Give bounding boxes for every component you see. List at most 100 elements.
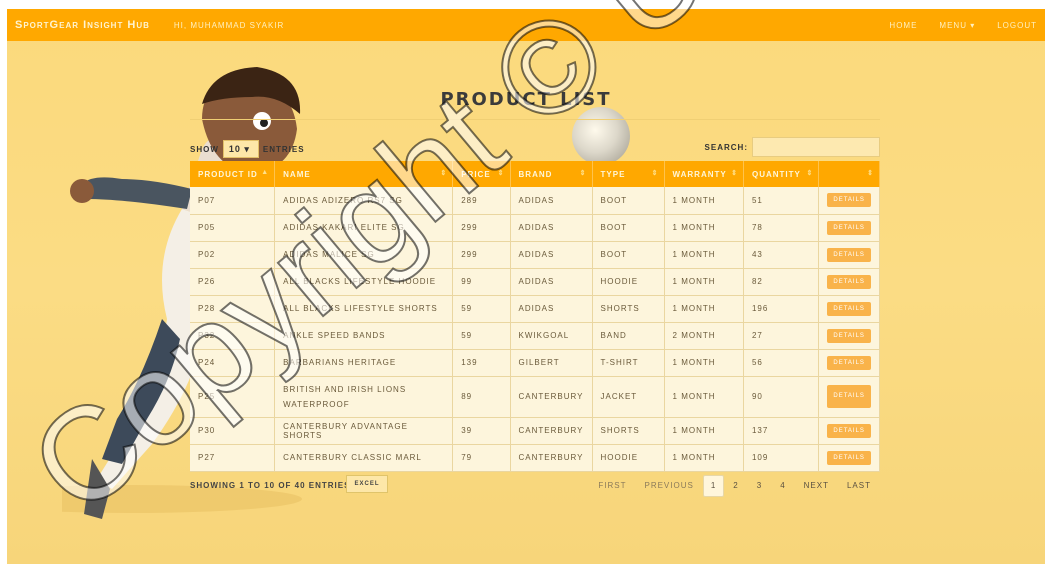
sort-icon: ⇕ <box>806 170 814 177</box>
pagination: First Previous 1 2 3 4 Next Last <box>589 475 880 497</box>
cell-type: Boot <box>592 214 665 242</box>
details-button[interactable]: Details <box>827 355 871 370</box>
cell-product-id: P30 <box>190 417 276 445</box>
cell-actions: Details <box>818 241 880 269</box>
cell-quantity: 56 <box>743 349 820 377</box>
product-table: Product ID ▲ Name ⇕ Price ⇕ Brand ⇕ Type ⇕ Wa… <box>190 161 880 472</box>
search-control: Search: <box>705 137 880 157</box>
cell-warranty: 1 month <box>664 444 744 472</box>
nav-home[interactable]: Home <box>889 21 917 30</box>
entries-select-value: 10 <box>228 144 241 154</box>
column-header-label: Product ID <box>198 169 258 179</box>
table-row: P30 Canterbury Advantage Shorts 39 Cante… <box>190 417 880 445</box>
cell-actions: Details <box>818 187 880 215</box>
details-button[interactable]: Details <box>827 247 871 262</box>
cell-price: 39 <box>452 417 511 445</box>
column-header-brand[interactable]: Brand ⇕ <box>510 161 593 187</box>
details-button[interactable]: Details <box>827 385 871 408</box>
cell-product-id: P07 <box>190 187 276 215</box>
pager-previous[interactable]: Previous <box>635 476 702 496</box>
nav-logout[interactable]: Logout <box>997 21 1037 30</box>
brand-name[interactable]: SportGear Insight Hub <box>15 19 150 31</box>
title-divider <box>190 119 880 120</box>
entries-select[interactable]: 10 ▾ <box>222 140 259 158</box>
details-button[interactable]: Details <box>827 274 871 289</box>
cell-price: 89 <box>452 376 511 418</box>
cell-warranty: 1 month <box>664 349 744 377</box>
column-header-label: Price <box>461 169 491 179</box>
cell-name: Ankle Speed Bands <box>274 322 454 350</box>
table-row: P27 Canterbury Classic Marl 79 Canterbur… <box>190 444 880 472</box>
pager-next[interactable]: Next <box>795 476 838 496</box>
table-row: P32 Ankle Speed Bands 59 KwikGoal Band 2… <box>190 322 880 350</box>
cell-brand: Adidas <box>510 241 593 269</box>
cell-type: Boot <box>592 187 665 215</box>
show-label: Show <box>190 144 219 154</box>
details-button[interactable]: Details <box>827 193 871 208</box>
pager-last[interactable]: Last <box>838 476 880 496</box>
column-header-product-id[interactable]: Product ID ▲ <box>190 161 276 187</box>
app-frame: SportGear Insight Hub Hi, Muhammad Syaki… <box>7 9 1045 564</box>
cell-quantity: 78 <box>743 214 820 242</box>
cell-product-id: P02 <box>190 241 276 269</box>
column-header-quantity[interactable]: Quantity ⇕ <box>743 161 820 187</box>
cell-price: 299 <box>452 241 511 269</box>
excel-export-button[interactable]: Excel <box>346 475 388 493</box>
details-button[interactable]: Details <box>827 423 871 438</box>
table-row: P07 Adidas Adizero RS7 SG 289 Adidas Boo… <box>190 187 880 215</box>
column-header-name[interactable]: Name ⇕ <box>274 161 454 187</box>
column-header-label: Quantity <box>751 169 801 179</box>
column-header-label: Type <box>600 169 626 179</box>
sort-icon: ⇕ <box>867 170 874 177</box>
cell-name: Adidas Malice SG <box>274 241 454 269</box>
details-button[interactable]: Details <box>827 220 871 235</box>
cell-price: 299 <box>452 214 511 242</box>
cell-name: Barbarians Heritage <box>274 349 454 377</box>
cell-type: Hoodie <box>592 444 665 472</box>
column-header-actions[interactable]: ⇕ <box>818 161 880 187</box>
cell-brand: Adidas <box>510 214 593 242</box>
pager-page-1[interactable]: 1 <box>702 475 725 497</box>
cell-type: Boot <box>592 241 665 269</box>
pager-first[interactable]: First <box>589 476 635 496</box>
cell-quantity: 27 <box>743 322 820 350</box>
cell-product-id: P26 <box>190 268 276 296</box>
cell-actions: Details <box>818 376 880 418</box>
cell-name: Adidas Adizero RS7 SG <box>274 187 454 215</box>
cell-type: Shorts <box>592 417 665 445</box>
column-header-label: Brand <box>518 169 553 179</box>
cell-actions: Details <box>818 349 880 377</box>
column-header-type[interactable]: Type ⇕ <box>592 161 665 187</box>
table-controls: Show 10 ▾ entries Search: <box>190 137 880 158</box>
column-header-label: Warranty <box>672 169 727 179</box>
details-button[interactable]: Details <box>827 328 871 343</box>
search-input[interactable] <box>752 137 880 157</box>
cell-name: All Blacks Lifestyle Shorts <box>274 295 454 323</box>
pager-page-3[interactable]: 3 <box>748 476 771 496</box>
details-button[interactable]: Details <box>827 450 871 465</box>
column-header-warranty[interactable]: Warranty ⇕ <box>664 161 744 187</box>
sort-icon: ⇕ <box>497 170 505 177</box>
details-button[interactable]: Details <box>827 301 871 316</box>
cell-warranty: 1 month <box>664 295 744 323</box>
cell-warranty: 1 month <box>664 214 744 242</box>
cell-brand: Adidas <box>510 187 593 215</box>
pager-page-2[interactable]: 2 <box>724 476 747 496</box>
search-label: Search: <box>704 142 748 152</box>
cell-price: 59 <box>452 295 511 323</box>
cell-type: Hoodie <box>592 268 665 296</box>
nav-menu-dropdown[interactable]: Menu ▾ <box>939 21 975 30</box>
entries-label: entries <box>262 144 305 154</box>
cell-product-id: P28 <box>190 295 276 323</box>
pager-page-4[interactable]: 4 <box>771 476 794 496</box>
cell-quantity: 51 <box>743 187 820 215</box>
cell-product-id: P27 <box>190 444 276 472</box>
cell-product-id: P24 <box>190 349 276 377</box>
cell-product-id: P25 <box>190 376 276 418</box>
column-header-price[interactable]: Price ⇕ <box>452 161 511 187</box>
cell-warranty: 1 month <box>664 417 744 445</box>
cell-actions: Details <box>818 417 880 445</box>
cell-product-id: P05 <box>190 214 276 242</box>
user-greeting: Hi, Muhammad Syakir <box>173 20 285 30</box>
cell-price: 59 <box>452 322 511 350</box>
